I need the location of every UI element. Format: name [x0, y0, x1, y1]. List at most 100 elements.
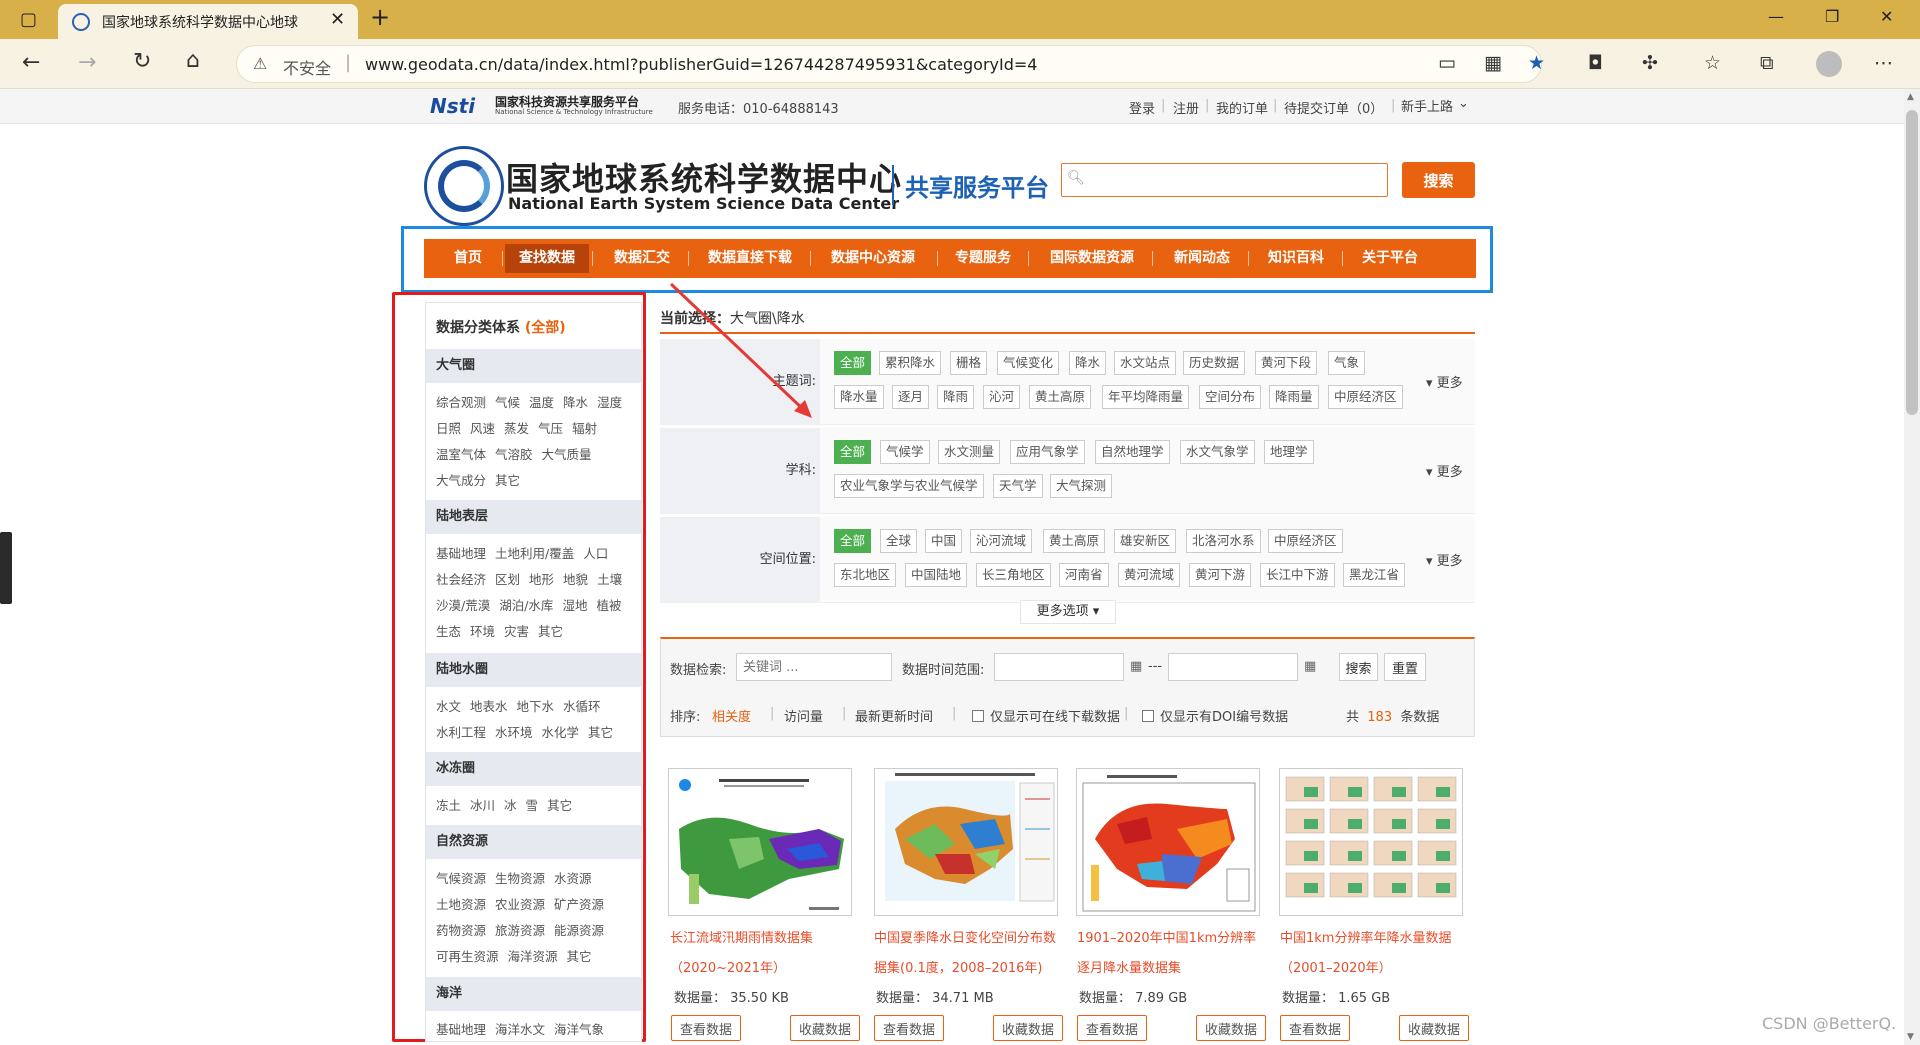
theme-chip[interactable]: 沁河	[983, 385, 1021, 409]
location-chip[interactable]: 沁河流域	[970, 529, 1033, 553]
dataset-thumbnail[interactable]	[1279, 768, 1463, 916]
back-icon[interactable]: ←	[22, 50, 40, 75]
location-chip[interactable]: 雄安新区	[1114, 529, 1177, 553]
nsti-logo[interactable]: Nsti	[430, 94, 475, 118]
nav-center-resources[interactable]: 数据中心资源	[831, 239, 915, 278]
dataset-thumbnail[interactable]	[1076, 768, 1260, 916]
theme-chip[interactable]: 降雨量	[1269, 385, 1319, 409]
collect-data-button[interactable]: 收藏数据	[790, 1015, 861, 1041]
close-tab-icon[interactable]: ✕	[330, 9, 345, 30]
side-panel-handle[interactable]	[0, 532, 12, 604]
sort-relevance[interactable]: 相关度	[712, 706, 751, 725]
dataset-title[interactable]: 中国夏季降水日变化空间分布数据集(0.1度，2008–2016年)	[874, 924, 1060, 984]
location-chip[interactable]: 中国	[925, 529, 963, 553]
location-chip[interactable]: 中原经济区	[1268, 529, 1343, 553]
sort-latest[interactable]: 最新更新时间	[855, 706, 933, 725]
location-chip[interactable]: 北洛河水系	[1186, 529, 1261, 553]
location-chip[interactable]: 全球	[880, 529, 918, 553]
apps-icon[interactable]: ▦	[1484, 52, 1502, 74]
subject-chip[interactable]: 自然地理学	[1095, 440, 1170, 464]
forward-icon[interactable]: →	[78, 50, 96, 75]
site-search-button[interactable]: 搜索	[1402, 162, 1475, 198]
location-chip[interactable]: 黄土高原	[1043, 529, 1106, 553]
calendar-icon[interactable]: ▦	[1130, 659, 1142, 674]
theme-chip[interactable]: 水文站点	[1114, 351, 1177, 375]
theme-more-link[interactable]: ▾ 更多	[1426, 372, 1463, 391]
keyword-input[interactable]	[736, 653, 892, 681]
view-data-button[interactable]: 查看数据	[874, 1015, 945, 1041]
theme-chip[interactable]: 全部	[834, 351, 872, 375]
warning-icon[interactable]: ⚠	[253, 54, 267, 73]
online-only-label[interactable]: 仅显示可在线下载数据	[990, 706, 1120, 725]
nav-topic-service[interactable]: 专题服务	[955, 239, 1011, 278]
nav-find-data[interactable]: 查找数据	[505, 244, 589, 273]
subject-chip[interactable]: 应用气象学	[1010, 440, 1085, 464]
location-chip[interactable]: 黑龙江省	[1343, 563, 1406, 587]
theme-chip[interactable]: 累积降水	[879, 351, 942, 375]
theme-chip[interactable]: 黄土高原	[1029, 385, 1092, 409]
scroll-down-icon[interactable]: ▼	[1907, 1032, 1914, 1042]
theme-chip[interactable]: 气候变化	[997, 351, 1060, 375]
minimize-icon[interactable]: —	[1768, 7, 1784, 26]
nav-about[interactable]: 关于平台	[1362, 239, 1418, 278]
extension-app-icon[interactable]: ◘	[1588, 52, 1603, 74]
collect-data-button[interactable]: 收藏数据	[1399, 1015, 1470, 1041]
category-cryosphere[interactable]: 冰冻圈	[426, 752, 641, 786]
chevron-down-icon[interactable]: ⌄	[1458, 96, 1469, 111]
start-date-input[interactable]	[994, 653, 1124, 681]
category-atmosphere[interactable]: 大气圈	[426, 349, 641, 383]
theme-chip[interactable]: 栅格	[950, 351, 988, 375]
more-menu-icon[interactable]: ⋯	[1874, 52, 1893, 74]
favorites-icon[interactable]: ☆	[1704, 52, 1721, 74]
location-chip[interactable]: 河南省	[1059, 563, 1109, 587]
location-chip[interactable]: 黄河下游	[1189, 563, 1252, 587]
subject-chip[interactable]: 水文测量	[938, 440, 1001, 464]
pending-orders-link[interactable]: 待提交订单（0）	[1284, 98, 1383, 117]
url-text[interactable]: www.geodata.cn/data/index.html?publisher…	[365, 55, 1037, 74]
subject-more-link[interactable]: ▾ 更多	[1426, 461, 1463, 480]
calendar-icon[interactable]: ▦	[1304, 659, 1316, 674]
subject-chip[interactable]: 地理学	[1264, 440, 1314, 464]
nav-direct-download[interactable]: 数据直接下载	[708, 239, 792, 278]
location-chip[interactable]: 长江中下游	[1260, 563, 1335, 587]
browser-tab[interactable]: 国家地球系统科学数据中心地球 ✕	[58, 4, 358, 39]
scroll-up-icon[interactable]: ▲	[1907, 92, 1914, 102]
online-only-checkbox[interactable]	[972, 710, 984, 722]
favorite-star-icon[interactable]: ★	[1528, 52, 1545, 74]
collect-data-button[interactable]: 收藏数据	[1196, 1015, 1267, 1041]
subject-chip[interactable]: 农业气象学与农业气候学	[834, 474, 984, 498]
sidebar-all-link[interactable]: (全部)	[525, 320, 566, 336]
nav-international-data[interactable]: 国际数据资源	[1050, 239, 1134, 278]
doi-only-checkbox[interactable]	[1142, 710, 1154, 722]
theme-chip[interactable]: 中原经济区	[1328, 385, 1403, 409]
location-chip[interactable]: 东北地区	[834, 563, 897, 587]
login-link[interactable]: 登录	[1129, 98, 1155, 117]
location-chip[interactable]: 中国陆地	[905, 563, 968, 587]
reset-button[interactable]: 重置	[1384, 653, 1426, 681]
my-orders-link[interactable]: 我的订单	[1216, 98, 1268, 117]
category-natural-resources[interactable]: 自然资源	[426, 825, 641, 859]
dataset-thumbnail[interactable]	[668, 768, 852, 916]
dataset-title[interactable]: 长江流域汛期雨情数据集（2020~2021年）	[670, 924, 856, 984]
extensions-icon[interactable]: ✣	[1642, 52, 1658, 74]
subject-chip[interactable]: 天气学	[993, 474, 1043, 498]
theme-chip[interactable]: 空间分布	[1199, 385, 1262, 409]
theme-chip[interactable]: 气象	[1328, 351, 1366, 375]
view-data-button[interactable]: 查看数据	[1077, 1015, 1148, 1041]
theme-chip[interactable]: 降雨	[937, 385, 975, 409]
register-link[interactable]: 注册	[1173, 98, 1199, 117]
refresh-icon[interactable]: ↻	[133, 49, 151, 74]
location-chip[interactable]: 全部	[834, 529, 872, 553]
category-terrestrial-hydrosphere[interactable]: 陆地水圈	[426, 653, 641, 687]
dataset-title[interactable]: 中国1km分辨率年降水量数据（2001–2020年）	[1280, 924, 1466, 984]
theme-chip[interactable]: 黄河下段	[1255, 351, 1318, 375]
view-data-button[interactable]: 查看数据	[671, 1015, 742, 1041]
end-date-input[interactable]	[1168, 653, 1298, 681]
dataset-title[interactable]: 1901–2020年中国1km分辨率逐月降水量数据集	[1077, 924, 1263, 984]
category-land-surface[interactable]: 陆地表层	[426, 500, 641, 534]
maximize-icon[interactable]: ❐	[1825, 7, 1839, 26]
category-ocean[interactable]: 海洋	[426, 977, 641, 1011]
theme-chip[interactable]: 历史数据	[1183, 351, 1246, 375]
theme-chip[interactable]: 降水	[1069, 351, 1107, 375]
subject-chip[interactable]: 气候学	[880, 440, 930, 464]
